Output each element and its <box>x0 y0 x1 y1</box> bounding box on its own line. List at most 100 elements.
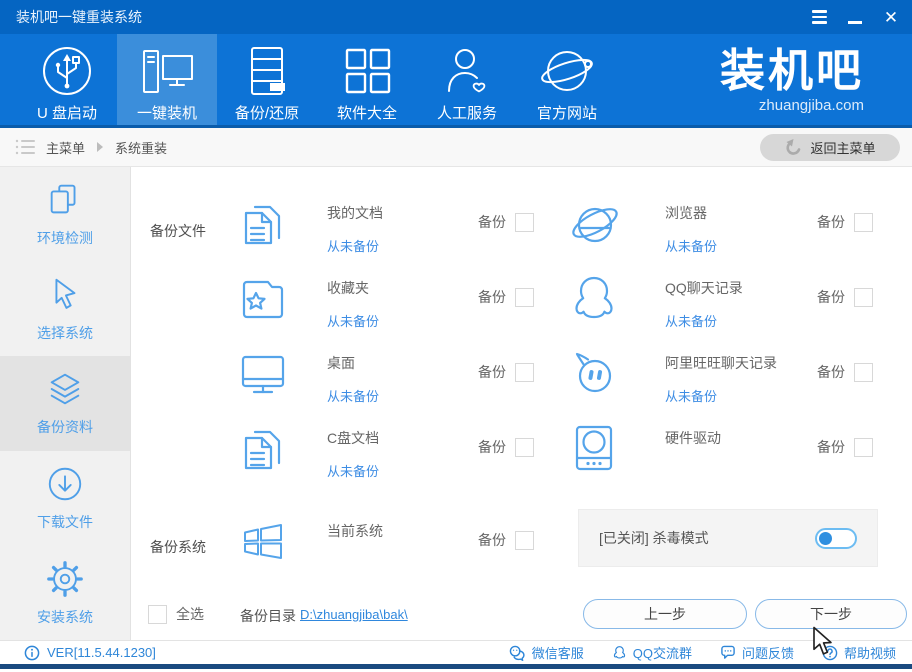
backup-label: 备份 <box>817 364 845 380</box>
backup-label: 备份 <box>478 214 506 230</box>
footer-link-label: 微信客服 <box>531 646 584 661</box>
backup-checkbox-browser[interactable] <box>854 212 873 232</box>
backup-item-status[interactable]: 从未备份 <box>327 461 379 480</box>
select-all-checkbox[interactable] <box>148 604 167 624</box>
sidebar-item-env-check[interactable]: 环境检测 <box>0 167 130 262</box>
info-icon <box>24 645 40 660</box>
nav-item-label: 官方网站 <box>536 105 597 122</box>
brand-logo-text: 装机吧 <box>719 45 864 96</box>
back-to-main-menu-button[interactable]: 返回主菜单 <box>760 133 900 161</box>
server-icon <box>251 47 285 95</box>
sidebar-item-download-files[interactable]: 下载文件 <box>0 451 130 546</box>
backup-item-status[interactable]: 从未备份 <box>665 386 777 405</box>
section-backup-files: 备份文件 <box>150 223 206 239</box>
backup-item-c-drive-docs: C盘文档 从未备份 备份 <box>237 422 534 480</box>
app-window: 装机吧一键重装系统 ✕ U 盘启动 一键装机 备份/还原 软件大全 人工服务 官… <box>0 0 912 672</box>
cursor-select-icon <box>55 278 76 309</box>
nav-item-support[interactable]: 人工服务 <box>417 34 517 125</box>
person-icon <box>448 49 486 93</box>
sidebar-item-label: 备份资料 <box>37 419 93 436</box>
backup-checkbox-favorites[interactable] <box>515 287 534 307</box>
content-body: 环境检测 选择系统 备份资料 下载文件 安装系统 备份文件 备份系统 我的文档 … <box>0 167 912 640</box>
footer-link-wechat[interactable]: 微信客服 <box>509 643 584 662</box>
backup-item-qq-history: QQ聊天记录 从未备份 备份 <box>568 272 873 330</box>
backup-label: 备份 <box>817 214 845 230</box>
folder-star-icon <box>242 280 284 319</box>
next-step-button[interactable]: 下一步 <box>755 599 907 629</box>
mouse-cursor <box>813 626 832 655</box>
qq-icon <box>575 276 613 319</box>
backup-item-wangwang-history: 阿里旺旺聊天记录 从未备份 备份 <box>568 347 873 405</box>
sidebar-item-label: 安装系统 <box>37 608 93 625</box>
back-arrow-icon <box>786 139 801 155</box>
backup-item-status[interactable]: 从未备份 <box>327 311 379 330</box>
antivirus-mode-label: [已关闭] 杀毒模式 <box>599 530 709 546</box>
backup-dir-link[interactable]: D:\zhuangjiba\bak\ <box>300 607 408 622</box>
brand-logo: 装机吧 zhuangjiba.com <box>720 34 864 125</box>
browser-icon <box>572 207 618 243</box>
breadcrumb-root[interactable]: 主菜单 <box>46 138 85 157</box>
globe-icon <box>541 51 593 91</box>
select-all-label: 全选 <box>176 606 204 622</box>
sidebar-item-install-system[interactable]: 安装系统 <box>0 545 130 640</box>
backup-item-current-system: 当前系统 备份 <box>237 515 534 567</box>
list-icon <box>15 139 35 155</box>
nav-item-label: 软件大全 <box>336 105 397 122</box>
backup-item-title: 当前系统 <box>327 523 383 539</box>
status-bar: VER[11.5.44.1230] 微信客服 QQ交流群 问题反馈 帮助视频 <box>0 640 912 664</box>
back-button-label: 返回主菜单 <box>810 140 876 156</box>
backup-dir-label: 备份目录 : <box>240 608 304 624</box>
sidebar-item-label: 环境检测 <box>37 230 93 247</box>
usb-icon <box>43 47 91 95</box>
footer-link-feedback[interactable]: 问题反馈 <box>720 643 794 662</box>
sidebar-item-select-system[interactable]: 选择系统 <box>0 262 130 357</box>
close-icon[interactable]: ✕ <box>882 8 900 26</box>
nav-item-label: U 盘启动 <box>36 105 97 122</box>
qq-icon <box>613 646 625 659</box>
breadcrumb-arrow-icon <box>97 142 104 152</box>
drive-icon <box>575 425 613 471</box>
backup-checkbox-wangwang[interactable] <box>854 362 873 382</box>
backup-label: 备份 <box>478 532 506 548</box>
nav-item-usb-boot[interactable]: U 盘启动 <box>17 34 117 125</box>
windows-icon <box>244 524 282 559</box>
backup-checkbox-c-drive[interactable] <box>515 437 534 457</box>
nav-item-website[interactable]: 官方网站 <box>517 34 617 125</box>
prev-step-button[interactable]: 上一步 <box>583 599 747 629</box>
env-check-icon <box>50 185 76 214</box>
backup-item-status[interactable]: 从未备份 <box>327 236 383 255</box>
nav-item-backup-restore[interactable]: 备份/还原 <box>217 34 317 125</box>
menu-icon[interactable] <box>810 8 828 26</box>
nav-item-label: 人工服务 <box>436 105 497 122</box>
backup-checkbox-my-documents[interactable] <box>515 212 534 232</box>
documents-icon <box>244 430 281 470</box>
backup-checkbox-desktop[interactable] <box>515 362 534 382</box>
backup-item-status[interactable]: 从未备份 <box>327 386 379 405</box>
nav-item-one-key-install[interactable]: 一键装机 <box>117 34 217 125</box>
minimize-icon[interactable] <box>846 8 864 26</box>
footer-link-qq-group[interactable]: QQ交流群 <box>612 643 692 662</box>
backup-item-title: 我的文档 <box>327 205 383 221</box>
version-info: VER[11.5.44.1230] <box>24 645 156 661</box>
backup-item-status[interactable]: 从未备份 <box>665 236 717 255</box>
sidebar-item-backup-data[interactable]: 备份资料 <box>0 356 130 451</box>
nav-item-software[interactable]: 软件大全 <box>317 34 417 125</box>
backup-checkbox-drivers[interactable] <box>854 437 873 457</box>
sidebar-item-label: 下载文件 <box>37 514 93 531</box>
antivirus-mode-toggle[interactable] <box>815 527 857 549</box>
footer-link-label: 帮助视频 <box>843 646 896 661</box>
backup-checkbox-qq-history[interactable] <box>854 287 873 307</box>
bottom-strip <box>0 664 912 669</box>
backup-panel: 备份文件 备份系统 我的文档 从未备份 备份 浏览器 从未备份 备份 收藏夹 从… <box>131 167 912 640</box>
nav-item-label: 一键装机 <box>136 105 197 122</box>
backup-checkbox-current-system[interactable] <box>515 530 534 550</box>
backup-label: 备份 <box>817 289 845 305</box>
section-backup-system: 备份系统 <box>150 539 206 555</box>
feedback-bubble-icon <box>721 645 735 659</box>
backup-item-status[interactable]: 从未备份 <box>665 311 743 330</box>
backup-item-favorites: 收藏夹 从未备份 备份 <box>237 272 534 330</box>
window-controls: ✕ <box>810 8 900 26</box>
documents-icon <box>244 205 281 245</box>
backup-item-title: C盘文档 <box>327 430 380 446</box>
sidebar-item-label: 选择系统 <box>37 324 93 341</box>
